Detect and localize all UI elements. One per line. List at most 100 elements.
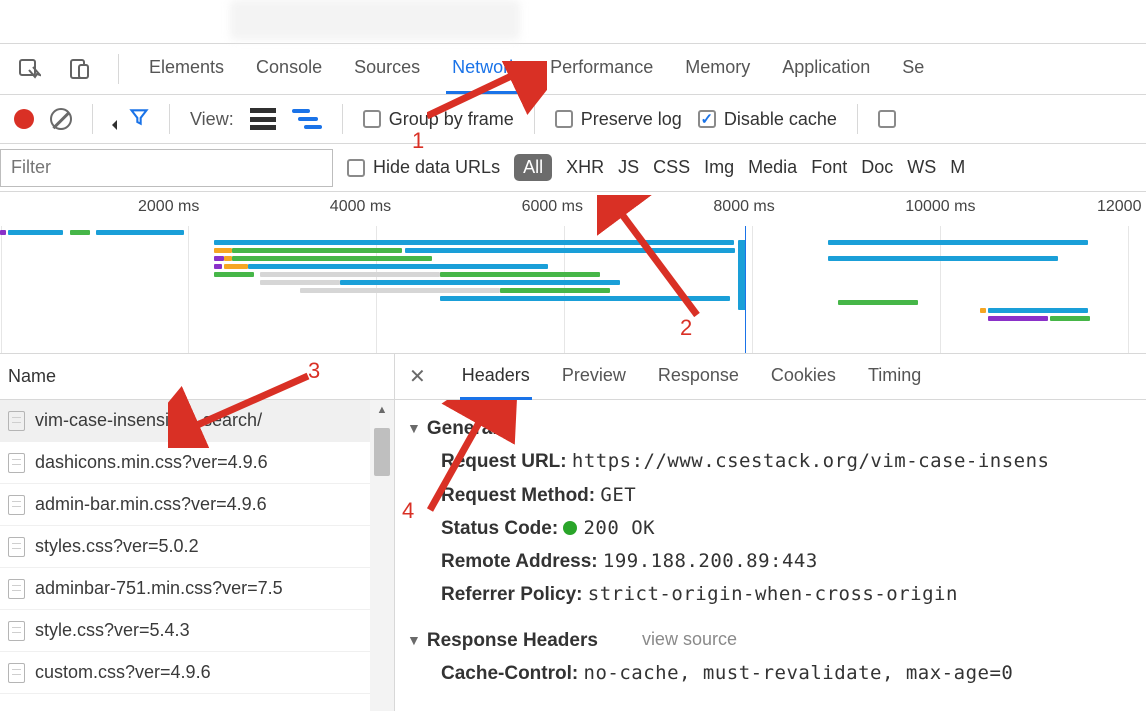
network-body: Name vim-case-insensitive-search/ dashic… [0, 354, 1146, 711]
record-icon[interactable] [14, 109, 34, 129]
preserve-log-checkbox[interactable]: Preserve log [555, 109, 682, 130]
request-name: admin-bar.min.css?ver=4.9.6 [35, 494, 267, 515]
cache-control-row: Cache-Control: no-cache, must-revalidate… [407, 657, 1146, 690]
tab-sources[interactable]: Sources [348, 44, 426, 94]
document-icon [8, 453, 25, 473]
filter-type-media[interactable]: Media [748, 157, 797, 178]
blurred-region [230, 0, 520, 40]
request-name: dashicons.min.css?ver=4.9.6 [35, 452, 268, 473]
detail-tabs: ✕ Headers Preview Response Cookies Timin… [395, 354, 1146, 400]
group-by-frame-label: Group by frame [389, 109, 514, 130]
network-toolbar: View: Group by frame Preserve log Disabl… [0, 95, 1146, 144]
hide-data-urls-label: Hide data URLs [373, 157, 500, 178]
remote-address-row: Remote Address: 199.188.200.89:443 [407, 545, 1146, 578]
divider [534, 104, 535, 134]
clear-icon[interactable] [50, 108, 72, 130]
request-list-column: Name vim-case-insensitive-search/ dashic… [0, 354, 395, 711]
network-timeline[interactable]: 2000 ms 4000 ms 6000 ms 8000 ms 10000 ms… [0, 192, 1146, 354]
tab-memory[interactable]: Memory [679, 44, 756, 94]
filter-type-font[interactable]: Font [811, 157, 847, 178]
request-row[interactable]: style.css?ver=5.4.3 [0, 610, 394, 652]
timeline-bars [0, 226, 1146, 353]
filter-type-doc[interactable]: Doc [861, 157, 893, 178]
response-headers-title: Response Headers [427, 624, 598, 657]
divider [169, 104, 170, 134]
timeline-ticks: 2000 ms 4000 ms 6000 ms 8000 ms 10000 ms… [0, 192, 1146, 216]
document-icon [8, 411, 25, 431]
view-waterfall-icon[interactable] [292, 108, 322, 130]
name-column-header[interactable]: Name [0, 354, 394, 400]
detail-tab-cookies[interactable]: Cookies [769, 354, 838, 400]
detail-tab-response[interactable]: Response [656, 354, 741, 400]
cache-control-label: Cache-Control: [441, 663, 578, 684]
request-row[interactable]: vim-case-insensitive-search/ [0, 400, 394, 442]
response-headers-section[interactable]: ▼ Response Headers view source [407, 624, 1146, 657]
request-name: style.css?ver=5.4.3 [35, 620, 190, 641]
request-method-value: GET [600, 484, 636, 506]
status-code-row: Status Code: 200 OK [407, 512, 1146, 545]
filter-type-img[interactable]: Img [704, 157, 734, 178]
inspect-icon[interactable] [14, 54, 44, 84]
request-row[interactable]: adminbar-751.min.css?ver=7.5 [0, 568, 394, 610]
hide-data-urls-checkbox[interactable]: Hide data URLs [347, 157, 500, 178]
view-source-link[interactable]: view source [642, 624, 737, 656]
filter-icon[interactable] [129, 107, 149, 132]
request-row[interactable]: styles.css?ver=5.0.2 [0, 526, 394, 568]
timeline-cursor [745, 226, 746, 353]
filter-type-js[interactable]: JS [618, 157, 639, 178]
detail-tab-headers[interactable]: Headers [460, 354, 532, 400]
request-row[interactable]: custom.css?ver=4.9.6 [0, 652, 394, 694]
preserve-log-label: Preserve log [581, 109, 682, 130]
tick: 12000 ms [1097, 198, 1098, 216]
disable-cache-checkbox[interactable]: Disable cache [698, 109, 837, 130]
tab-console[interactable]: Console [250, 44, 328, 94]
status-code-value: 200 OK [583, 517, 655, 539]
request-method-label: Request Method: [441, 485, 595, 506]
request-name: adminbar-751.min.css?ver=7.5 [35, 578, 283, 599]
tab-network[interactable]: Network [446, 44, 524, 94]
general-section[interactable]: ▼General [407, 412, 1146, 445]
scroll-thumb[interactable] [374, 428, 390, 476]
tick: 4000 ms [330, 198, 331, 216]
document-icon [8, 579, 25, 599]
request-method-row: Request Method: GET [407, 479, 1146, 512]
group-by-frame-checkbox[interactable]: Group by frame [363, 109, 514, 130]
filter-type-all[interactable]: All [514, 154, 552, 181]
detail-tab-preview[interactable]: Preview [560, 354, 628, 400]
request-row[interactable]: dashicons.min.css?ver=4.9.6 [0, 442, 394, 484]
offline-checkbox-truncated[interactable] [878, 110, 896, 128]
devtools-main-tabs: Elements Console Sources Network Perform… [0, 44, 1146, 95]
divider [857, 104, 858, 134]
filter-input[interactable] [0, 149, 333, 187]
request-url-label: Request URL: [441, 451, 567, 472]
cache-control-value: no-cache, must-revalidate, max-age=0 [584, 662, 1014, 684]
remote-address-value: 199.188.200.89:443 [603, 550, 818, 572]
tab-performance[interactable]: Performance [544, 44, 659, 94]
referrer-policy-value: strict-origin-when-cross-origin [588, 583, 958, 605]
tab-application[interactable]: Application [776, 44, 876, 94]
tab-elements[interactable]: Elements [143, 44, 230, 94]
disclosure-triangle-icon: ▼ [407, 628, 421, 653]
document-icon [8, 495, 25, 515]
view-list-icon[interactable] [250, 108, 276, 130]
disclosure-triangle-icon: ▼ [407, 416, 421, 441]
request-url-value: https://www.csestack.org/vim-case-insens [572, 450, 1050, 472]
detail-tab-timing[interactable]: Timing [866, 354, 923, 400]
filter-type-xhr[interactable]: XHR [566, 157, 604, 178]
network-filter-row: Hide data URLs All XHR JS CSS Img Media … [0, 144, 1146, 192]
scroll-up-arrow[interactable]: ▲ [370, 400, 394, 420]
referrer-policy-label: Referrer Policy: [441, 584, 583, 605]
close-button[interactable]: ✕ [403, 364, 432, 389]
request-list: vim-case-insensitive-search/ dashicons.m… [0, 400, 394, 711]
request-row[interactable]: admin-bar.min.css?ver=4.9.6 [0, 484, 394, 526]
tab-security-truncated[interactable]: Se [896, 44, 930, 94]
request-url-row: Request URL: https://www.csestack.org/vi… [407, 445, 1146, 478]
scrollbar[interactable]: ▲ [370, 400, 394, 711]
document-icon [8, 663, 25, 683]
filter-type-more[interactable]: M [950, 157, 965, 178]
status-ok-icon [563, 521, 577, 535]
filter-type-css[interactable]: CSS [653, 157, 690, 178]
device-toggle-icon[interactable] [64, 54, 94, 84]
tick: 10000 ms [905, 198, 906, 216]
filter-type-ws[interactable]: WS [907, 157, 936, 178]
